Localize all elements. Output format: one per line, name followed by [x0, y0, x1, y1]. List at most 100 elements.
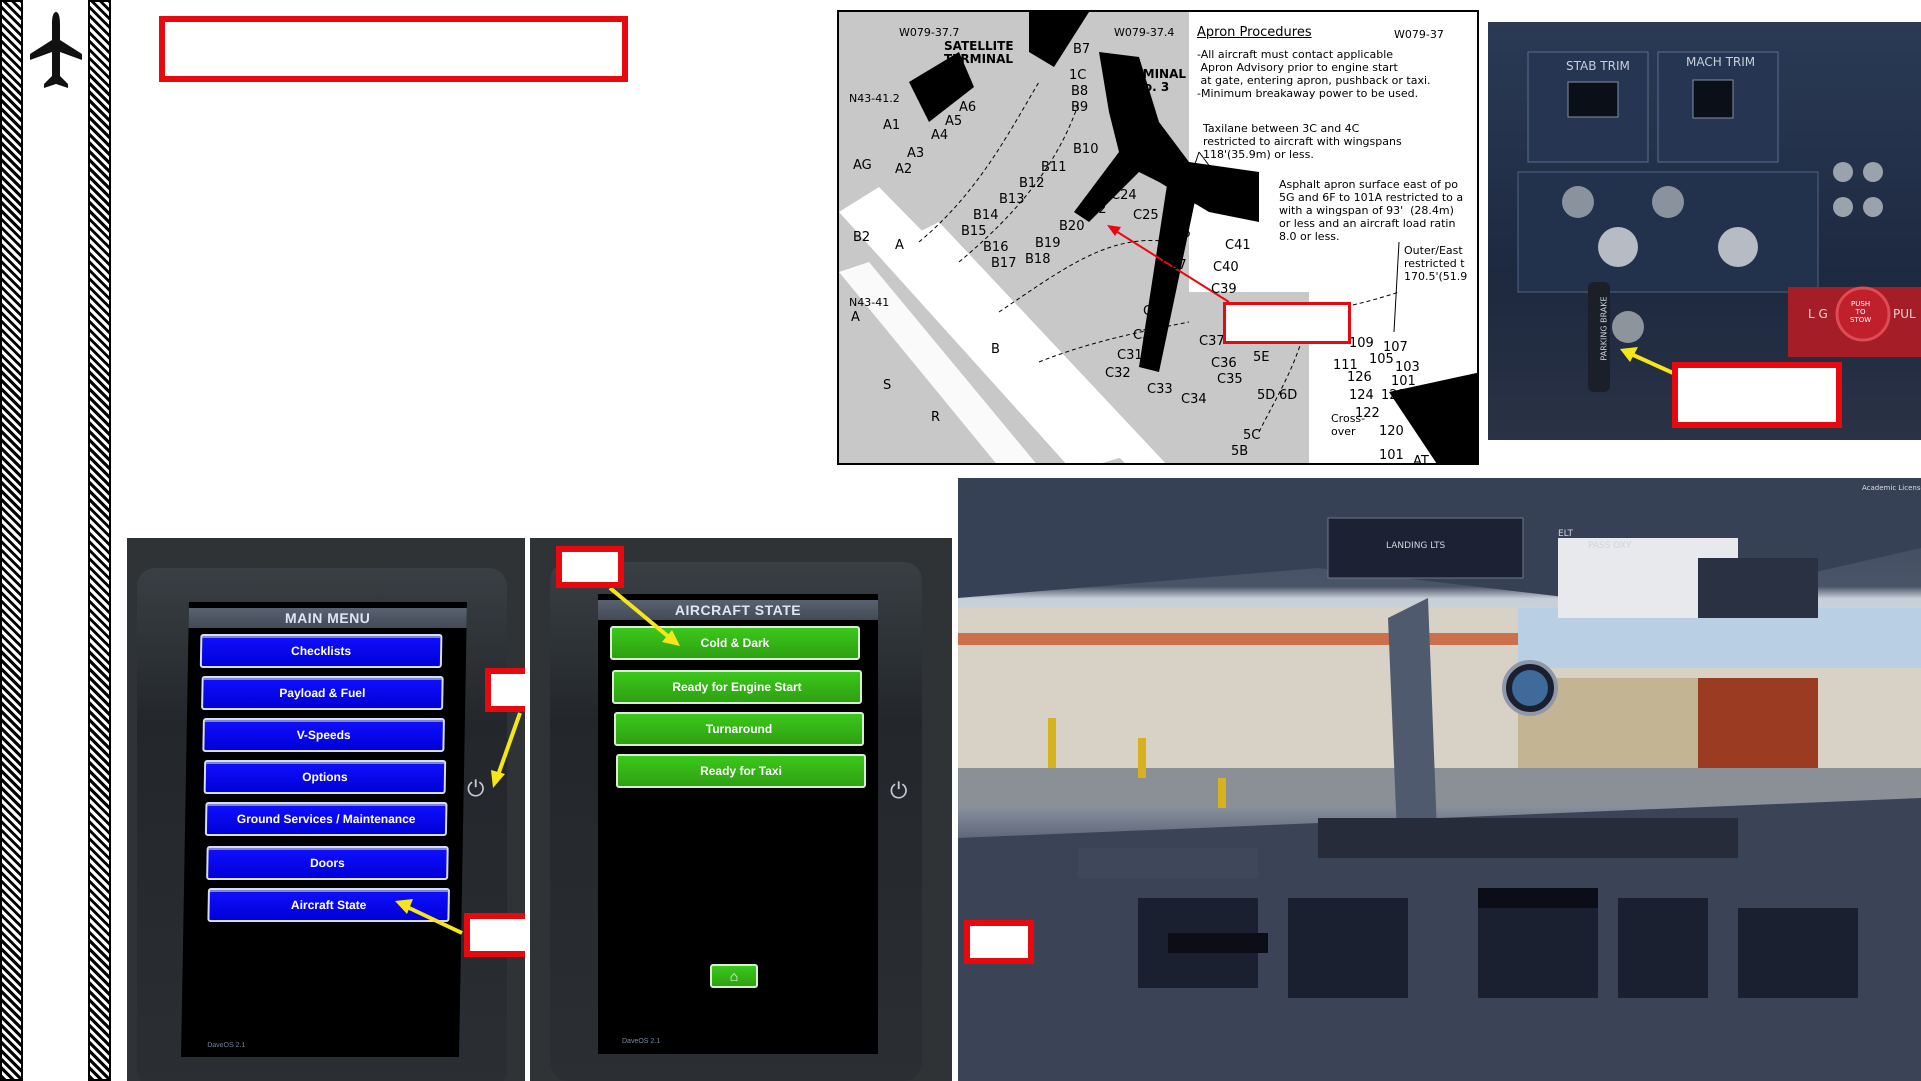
power-icon[interactable]: ⏻: [467, 776, 484, 802]
tablet-screen: AIRCRAFT STATE Cold & Dark Ready for Eng…: [598, 594, 878, 1054]
gate-label: R: [931, 410, 941, 425]
satellite-terminal-label: SATELLITE TERMINAL: [944, 39, 1014, 66]
gate-label: 126: [1347, 370, 1372, 385]
doors-button[interactable]: Doors: [206, 846, 449, 880]
gate-label: A6: [959, 100, 977, 115]
gate-label: C30: [1133, 328, 1159, 343]
payload-fuel-button[interactable]: Payload & Fuel: [201, 676, 444, 710]
push-to-stow-label: PUSH TO STOW: [1850, 300, 1872, 324]
gate-label: B12: [1019, 176, 1045, 191]
gate-label: B20: [1059, 219, 1085, 234]
gate-label: 6D: [1279, 388, 1298, 403]
gate-label: C41: [1225, 238, 1251, 253]
gate-label: B2: [853, 230, 871, 245]
gate-label: 5E: [1253, 350, 1270, 365]
title-callout-box: [159, 16, 628, 82]
gate-label: C29: [1143, 304, 1169, 319]
gate-label: C40: [1213, 260, 1239, 275]
gate-label: C25: [1133, 208, 1159, 223]
gate-label: 101: [1391, 374, 1416, 389]
gate-label: 101: [1379, 448, 1404, 463]
left-hatch-bar: [0, 0, 23, 1081]
right-hatch-bar: [88, 0, 111, 1081]
parking-brake-callout-box: [1672, 362, 1842, 428]
airport-diagram: W079-37.7 W079-37.4 W079-37 N43-41.2 N43…: [837, 10, 1479, 465]
aircraft-state-button[interactable]: Aircraft State: [207, 888, 450, 922]
gate-label: C37: [1199, 334, 1225, 349]
coord-right: W079-37: [1394, 28, 1444, 41]
main-menu-tablet-view: MAIN MENU Checklists Payload & Fuel V-Sp…: [127, 538, 525, 1081]
gate-label: 5C: [1243, 428, 1261, 443]
power-icon[interactable]: ⏻: [890, 778, 907, 804]
stab-trim-label: STAB TRIM: [1566, 59, 1630, 73]
gate-label: B10: [1073, 142, 1099, 157]
os-version-label: DaveOS 2.1: [622, 1038, 661, 1045]
gate-label: A4: [931, 128, 949, 143]
gate-label: A3: [907, 146, 925, 161]
gate-label: C33: [1147, 382, 1173, 397]
gate-label: C27: [1161, 258, 1187, 273]
gate-label: 103: [1395, 360, 1420, 375]
turnaround-button[interactable]: Turnaround: [614, 712, 864, 746]
mach-trim-label: MACH TRIM: [1686, 55, 1756, 69]
watermark-label: Academic License: [1862, 484, 1921, 492]
checklists-button[interactable]: Checklists: [199, 634, 443, 668]
gate-label: B18: [1025, 252, 1051, 267]
gate-label: AT: [1413, 454, 1429, 465]
chart-callout-box: [1223, 302, 1351, 344]
pass-oxy-label: PASS OXY: [1588, 541, 1632, 551]
home-button[interactable]: ⌂: [710, 964, 758, 988]
gate-label: C36: [1211, 356, 1237, 371]
terminal3-label: TERMINAL No. 3: [1117, 67, 1187, 94]
aircraft-state-title: AIRCRAFT STATE: [598, 600, 878, 620]
ready-for-taxi-button[interactable]: Ready for Taxi: [616, 754, 866, 788]
cold-dark-button[interactable]: Cold & Dark: [610, 626, 860, 660]
gate-label: 109: [1349, 336, 1374, 351]
options-button[interactable]: Options: [203, 760, 447, 794]
ready-engine-start-button[interactable]: Ready for Engine Start: [612, 670, 862, 704]
gate-label: B15: [961, 224, 987, 239]
power-callout-box: [485, 668, 525, 712]
elt-label: ELT: [1558, 529, 1573, 539]
gate-label: B7: [1073, 42, 1091, 57]
menu-title: MAIN MENU: [188, 608, 467, 628]
gate-label: C32: [1105, 366, 1131, 381]
outer-east-text: Outer/East restricted t 170.5'(51.9: [1404, 244, 1468, 283]
parking-brake-label: PARKING BRAKE: [1599, 296, 1609, 361]
gate-label: AG: [853, 158, 872, 173]
gate-label: B22: [1081, 202, 1107, 217]
apron-heading: Apron Procedures: [1197, 25, 1312, 40]
gate-label: 105: [1369, 352, 1394, 367]
gate-label: 124: [1349, 388, 1374, 403]
ground-services-button[interactable]: Ground Services / Maintenance: [204, 802, 448, 836]
gate-label: B13: [999, 192, 1025, 207]
gate-label: B: [991, 342, 1000, 357]
gate-label: 1C: [1069, 68, 1087, 83]
gate-label: B11: [1041, 160, 1067, 175]
gate-label: S: [883, 378, 892, 393]
cockpit-view: LANDING LTS PASS OXY ELT Academic Licens…: [958, 478, 1921, 1081]
gate-label: B9: [1071, 100, 1089, 115]
gate-label: A1: [883, 118, 901, 133]
gate-label: C31: [1117, 348, 1143, 363]
gate-label: A2: [895, 162, 913, 177]
pul-label: PUL: [1893, 307, 1916, 321]
cold-dark-callout-box: [556, 546, 624, 588]
aircraft-state-tablet-view: AIRCRAFT STATE Cold & Dark Ready for Eng…: [530, 538, 952, 1081]
gate-label: 128: [1381, 388, 1406, 403]
lat-bottom: N43-41: [849, 296, 890, 309]
gate-label: 120: [1379, 424, 1404, 439]
gate-label: A5: [945, 114, 963, 129]
os-version-label: DaveOS 2.1: [207, 1042, 246, 1049]
gate-label: B14: [973, 208, 999, 223]
v-speeds-button[interactable]: V-Speeds: [202, 718, 445, 752]
lg-label: L G: [1808, 307, 1828, 321]
lat-top: N43-41.2: [849, 92, 900, 105]
asphalt-text: Asphalt apron surface east of po 5G and …: [1279, 178, 1464, 243]
gate-label: C39: [1211, 282, 1237, 297]
airplane-icon: [28, 10, 84, 94]
gate-label: C24: [1111, 188, 1137, 203]
cockpit-callout-box: [964, 920, 1034, 964]
gate-label: B8: [1071, 84, 1089, 99]
gate-label: B17: [991, 256, 1017, 271]
